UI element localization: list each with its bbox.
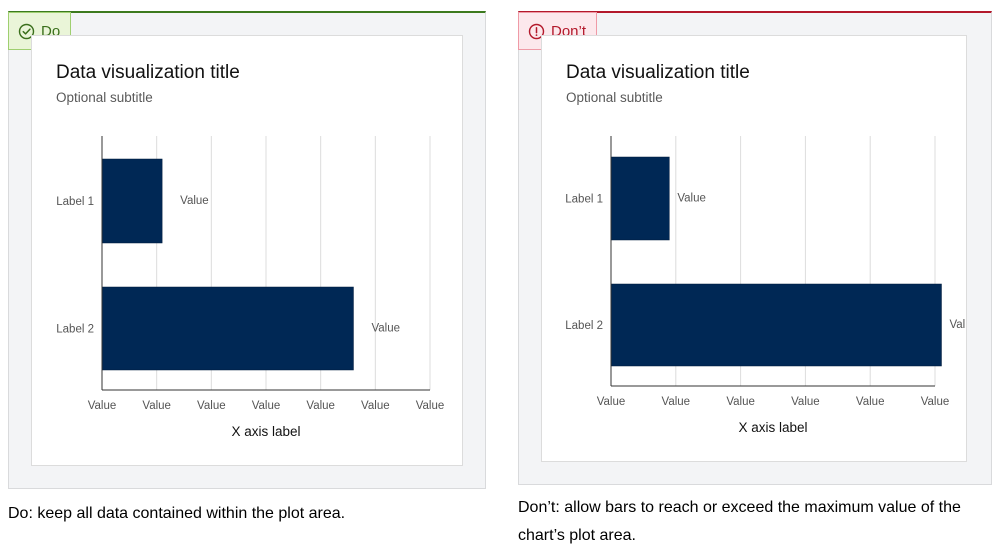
x-tick-label: Value xyxy=(726,396,755,408)
x-tick-label: Value xyxy=(662,396,691,408)
do-caption: Do: keep all data contained within the p… xyxy=(8,505,346,522)
data-label: Value xyxy=(180,195,209,207)
category-label: Label 1 xyxy=(56,196,94,208)
x-tick-label: Value xyxy=(791,396,820,408)
dont-caption: Don’t: allow bars to reach or exceed the… xyxy=(518,499,961,544)
x-tick-label: Value xyxy=(856,396,885,408)
data-label: Value xyxy=(677,193,706,205)
do-chart-card: Data visualization title Optional subtit… xyxy=(31,35,463,466)
category-label: Label 2 xyxy=(565,320,603,332)
category-label: Label 1 xyxy=(565,194,603,206)
x-tick-label: Value xyxy=(361,400,390,412)
x-axis-label: X axis label xyxy=(738,420,807,435)
x-tick-label: Value xyxy=(197,400,226,412)
x-tick-label: Value xyxy=(416,400,445,412)
do-bar-chart: Label 1 Value Label 2 Value Value Value Value V… xyxy=(56,136,445,439)
bar xyxy=(101,286,354,371)
data-label: Val xyxy=(949,319,965,331)
x-tick-label: Value xyxy=(306,400,335,412)
x-axis-label: X axis label xyxy=(231,424,300,439)
do-example-panel: Do Data visualization title Optional sub… xyxy=(8,11,486,489)
dont-bar-chart: Label 1 Value Label 2 Val Value Value Value Val… xyxy=(565,136,965,435)
dont-example-panel: Don’t Data visualization title Optional … xyxy=(518,11,992,485)
x-tick-label: Value xyxy=(252,400,281,412)
x-tick-label: Value xyxy=(88,400,117,412)
dont-chart-card: Data visualization title Optional subtit… xyxy=(541,35,967,462)
x-tick-label: Value xyxy=(597,396,626,408)
bar xyxy=(610,283,942,367)
bar xyxy=(101,158,163,244)
bar xyxy=(610,156,670,241)
category-label: Label 2 xyxy=(56,324,94,336)
x-tick-label: Value xyxy=(921,396,950,408)
data-label: Value xyxy=(371,323,400,335)
x-tick-label: Value xyxy=(142,400,171,412)
